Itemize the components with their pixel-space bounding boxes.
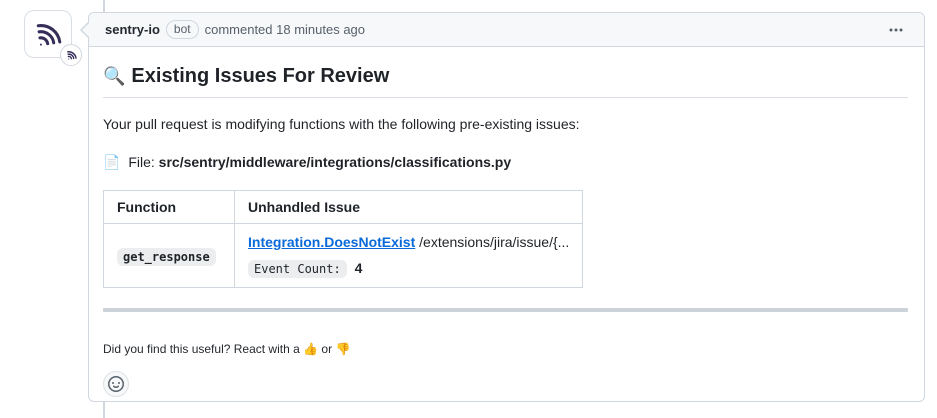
function-name-code: get_response (117, 248, 216, 266)
function-cell: get_response (104, 224, 235, 288)
feedback-prompt: Did you find this useful? React with a 👍… (103, 342, 908, 357)
smiley-icon (108, 376, 124, 392)
add-reaction-button[interactable] (103, 371, 129, 397)
intro-text: Your pull request is modifying functions… (103, 114, 908, 135)
function-column-header: Function (104, 191, 235, 224)
comment-timestamp[interactable]: commented 18 minutes ago (205, 22, 365, 37)
table-row: get_response Integration.DoesNotExist /e… (104, 224, 583, 288)
table-header-row: Function Unhandled Issue (104, 191, 583, 224)
thumbs-up-icon: 👍 (303, 342, 318, 356)
comment-header: sentry-io bot commented 18 minutes ago (89, 13, 924, 47)
feedback-prompt-text: Did you find this useful? React with a (103, 342, 300, 356)
issues-table: Function Unhandled Issue get_response In… (103, 190, 583, 288)
comment-card: sentry-io bot commented 18 minutes ago 🔍… (88, 12, 925, 402)
comment-body: 🔍 Existing Issues For Review Your pull r… (89, 47, 924, 405)
issue-link[interactable]: Integration.DoesNotExist (248, 234, 415, 250)
comment-title-text: Existing Issues For Review (131, 63, 389, 89)
author-link[interactable]: sentry-io (105, 22, 160, 37)
or-word: or (321, 342, 332, 356)
divider (103, 308, 908, 312)
kebab-menu-button[interactable] (884, 20, 908, 40)
magnifying-glass-icon: 🔍 (103, 63, 125, 89)
bot-badge: bot (166, 20, 199, 39)
kebab-icon (888, 22, 904, 38)
page-icon: 📄 (103, 154, 120, 170)
file-line: 📄 File: src/sentry/middleware/integratio… (103, 152, 908, 173)
thumbs-down-icon: 👎 (335, 342, 350, 356)
event-count-line: Event Count: 4 (248, 258, 569, 279)
file-label: File: (128, 154, 154, 170)
issue-cell: Integration.DoesNotExist /extensions/jir… (235, 224, 583, 288)
issue-column-header: Unhandled Issue (235, 191, 583, 224)
event-count-value: 4 (355, 260, 363, 276)
comment-title: 🔍 Existing Issues For Review (103, 63, 908, 98)
file-path: src/sentry/middleware/integrations/class… (159, 154, 511, 170)
event-count-label-code: Event Count: (248, 260, 347, 278)
bot-badge-avatar (60, 44, 82, 66)
timeline-line-top (103, 0, 105, 12)
issue-path: /extensions/jira/issue/{... (419, 234, 569, 250)
sentry-io-avatar[interactable] (24, 10, 72, 58)
issue-title-line: Integration.DoesNotExist /extensions/jir… (248, 232, 569, 253)
